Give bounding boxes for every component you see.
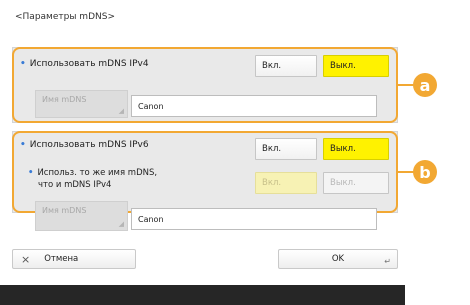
corner-icon: ◢ xyxy=(118,220,124,228)
ipv6-on-button[interactable]: Вкл. xyxy=(255,138,317,160)
ipv6-name-input[interactable]: Canon xyxy=(131,208,377,230)
page-title: <Параметры mDNS> xyxy=(15,12,115,22)
ipv6-label: • Использовать mDNS IPv6 xyxy=(20,140,149,150)
marker-b-icon: b xyxy=(413,160,437,184)
ipv4-label: • Использовать mDNS IPv4 xyxy=(20,59,149,69)
corner-icon: ◢ xyxy=(118,107,124,115)
ipv6-off-button[interactable]: Выкл. xyxy=(323,138,389,160)
ipv4-name-label: Имя mDNS ◢ xyxy=(35,90,128,118)
marker-a-icon: a xyxy=(413,73,437,97)
enter-icon: ↵ xyxy=(384,257,391,266)
ipv4-on-button[interactable]: Вкл. xyxy=(255,55,317,77)
ipv6-same-name-off-button[interactable]: Выкл. xyxy=(323,172,389,194)
close-icon: × xyxy=(21,252,31,266)
bullet-icon: • xyxy=(28,168,34,178)
bullet-icon: • xyxy=(20,59,26,69)
ipv4-name-input[interactable]: Canon xyxy=(131,95,377,117)
ipv6-same-name-on-button[interactable]: Вкл. xyxy=(255,172,317,194)
cancel-button[interactable]: × Отмена xyxy=(12,249,136,269)
ipv4-off-button[interactable]: Выкл. xyxy=(323,55,389,77)
ok-button[interactable]: OK ↵ xyxy=(278,249,398,269)
footer-bar xyxy=(0,285,405,305)
ipv6-same-name-label: • Использ. то же имя mDNS, что и mDNS IPv… xyxy=(28,168,158,190)
ipv6-name-label-box: Имя mDNS ◢ xyxy=(35,201,128,231)
bullet-icon: • xyxy=(20,140,26,150)
